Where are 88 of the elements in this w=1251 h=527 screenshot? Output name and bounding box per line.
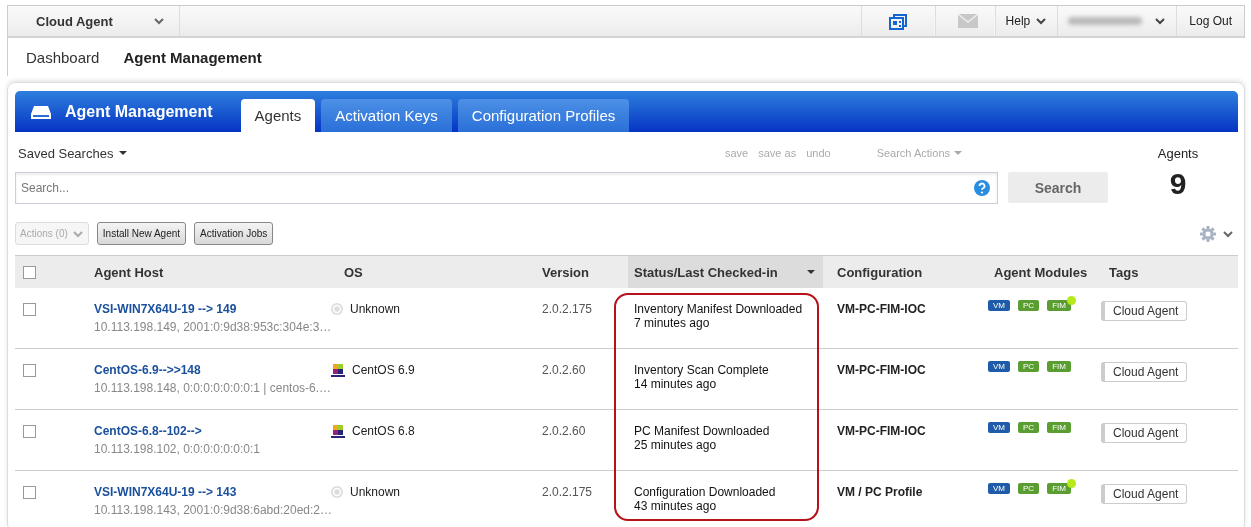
agent-count: 9 [1169, 167, 1187, 201]
column-header[interactable]: Agent Modules [980, 256, 1095, 288]
checkbox[interactable] [23, 303, 36, 316]
host-link[interactable]: VSI-WIN7X64U-19 --> 149 [94, 302, 330, 316]
tag[interactable]: Cloud Agent [1101, 484, 1188, 504]
nav-link[interactable]: Dashboard [26, 48, 100, 66]
tab[interactable]: Configuration Profiles [457, 99, 630, 132]
checkbox[interactable] [23, 364, 36, 377]
checkbox[interactable] [23, 486, 36, 499]
module-badge: VM [988, 483, 1010, 494]
tab[interactable]: Agents [240, 99, 316, 132]
status-text: Inventory Manifest Downloaded [634, 302, 804, 316]
tag[interactable]: Cloud Agent [1101, 423, 1188, 443]
host-link[interactable]: VSI-WIN7X64U-19 --> 143 [94, 485, 330, 499]
status-text: Inventory Scan Complete [634, 363, 770, 377]
column-header[interactable]: Tags [1095, 256, 1238, 288]
app-menu[interactable]: Cloud Agent [8, 6, 180, 36]
checkbox[interactable] [23, 265, 36, 279]
help-icon[interactable] [974, 180, 990, 196]
chevron-icon [152, 16, 165, 26]
module-badge: VM [988, 300, 1010, 311]
checked-in-time: 14 minutes ago [634, 377, 718, 391]
column-header[interactable]: OS [330, 256, 528, 288]
host-addresses: 10.113.198.143, 2001:0:9d38:6abd:20ed:2… [94, 503, 330, 517]
search-button[interactable]: Search [1008, 172, 1108, 203]
host-addresses: 10.113.198.148, 0:0:0:0:0:0:0:1 | centos-6.… [94, 381, 330, 395]
unknown-os-icon [330, 302, 344, 316]
status-text: Configuration Downloaded [634, 485, 777, 499]
chevron-icon [1222, 228, 1234, 239]
configuration-name: VM-PC-FIM-IOC [836, 301, 927, 318]
toolbar-button[interactable]: Activation Jobs [194, 222, 274, 245]
column-header[interactable]: Agent Host [80, 256, 330, 288]
os-name: Unknown [350, 485, 401, 499]
module-badge: PC [1018, 422, 1040, 433]
column-header[interactable]: Configuration [823, 256, 980, 288]
configuration-name: VM-PC-FIM-IOC [836, 423, 927, 440]
logout-button[interactable]: Log Out [1176, 6, 1244, 36]
configuration-name: VM / PC Profile [836, 484, 924, 501]
saved-searches-menu[interactable]: Saved Searches [15, 145, 131, 161]
os-logo-icon [330, 424, 346, 439]
version: 2.0.2.60 [541, 423, 587, 440]
version: 2.0.2.175 [541, 301, 594, 318]
module-badge: FIM [1047, 361, 1071, 372]
os-name: CentOS 6.8 [352, 424, 415, 438]
sort-caret-icon [807, 270, 815, 274]
version: 2.0.2.175 [541, 484, 594, 501]
settings-icon [1200, 225, 1216, 242]
os-name: Unknown [350, 302, 401, 316]
host-addresses: 10.113.198.149, 2001:0:9d38:953c:304e:3… [94, 320, 330, 334]
search-field[interactable]: Search... [15, 172, 998, 204]
column-header[interactable]: Version [528, 256, 628, 288]
os-logo-icon [330, 363, 346, 378]
tab[interactable]: Activation Keys [321, 99, 452, 132]
column-header[interactable]: Status/Last Checked-in [628, 256, 823, 288]
host-addresses: 10.113.198.102, 0:0:0:0:0:0:0:1 [94, 442, 261, 456]
tag[interactable]: Cloud Agent [1101, 362, 1188, 382]
checked-in-time: 25 minutes ago [634, 438, 718, 452]
unknown-os-icon [330, 485, 344, 499]
settings-menu[interactable] [1200, 225, 1234, 242]
chevron-icon [1035, 16, 1048, 26]
nav-link[interactable]: Agent Management [123, 48, 262, 66]
toolbar-button[interactable]: Install New Agent [96, 222, 187, 245]
checked-in-time: 43 minutes ago [634, 499, 718, 513]
chevron-icon [1154, 16, 1167, 26]
module-badge: FIM [1047, 422, 1071, 433]
version: 2.0.2.60 [541, 362, 587, 379]
mail-icon[interactable] [957, 13, 978, 29]
host-link[interactable]: CentOS-6.9-->>148 [94, 363, 330, 377]
module-badge: VM [988, 361, 1010, 372]
caret-icon [119, 151, 128, 155]
status-text: PC Manifest Downloaded [634, 424, 771, 438]
module-badge: PC [1018, 300, 1040, 311]
drive-icon [29, 103, 53, 120]
module-badge: PC [1018, 361, 1040, 372]
host-link[interactable]: CentOS-6.8--102--> [94, 424, 330, 438]
tag[interactable]: Cloud Agent [1101, 301, 1188, 321]
module-badge: VM [988, 422, 1010, 433]
caret-icon [954, 151, 962, 155]
checkbox[interactable] [23, 425, 36, 438]
chevron-icon [71, 228, 84, 239]
checked-in-time: 7 minutes ago [634, 316, 711, 330]
configuration-name: VM-PC-FIM-IOC [836, 362, 927, 379]
count-label: Agents [1157, 146, 1199, 161]
panel-title: Agent Management [65, 102, 213, 121]
module-badge: PC [1018, 483, 1040, 494]
cards-icon[interactable] [887, 11, 908, 31]
os-name: CentOS 6.9 [352, 363, 415, 377]
help-menu[interactable]: Help [994, 6, 1058, 36]
